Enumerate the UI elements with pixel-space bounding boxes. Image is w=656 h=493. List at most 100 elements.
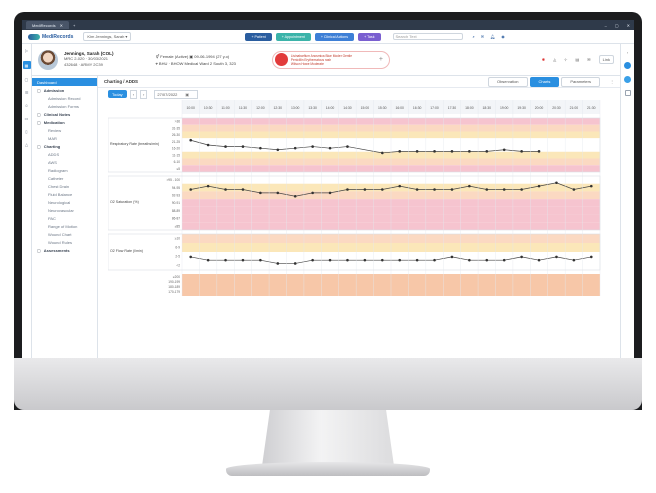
- search-input[interactable]: Search Text: [392, 33, 463, 40]
- help-icon[interactable]: [624, 62, 631, 69]
- add-appointment-button[interactable]: + Appointment: [275, 32, 311, 41]
- more-options-icon[interactable]: ⋮: [610, 79, 614, 84]
- sidebar-item-neurovascular[interactable]: Neurovascular: [32, 206, 97, 214]
- adds-chart: 10:00 10:30 11:00 11:30 12:00 12:30 13:00 13:30…: [108, 100, 614, 358]
- sidebar-item-pac[interactable]: PAC: [32, 214, 97, 222]
- folder-icon[interactable]: ▭: [25, 116, 29, 121]
- sidebar-item-radiogram[interactable]: Radiogram: [32, 166, 97, 174]
- sidebar-item-label: Assessments: [43, 247, 70, 253]
- close-icon[interactable]: ✕: [60, 23, 63, 28]
- sidebar-item-mar[interactable]: MAR: [32, 134, 97, 142]
- sidebar-item-dashboard[interactable]: Dashboard: [32, 78, 97, 86]
- report-icon[interactable]: △: [25, 142, 28, 147]
- data-point: [346, 188, 349, 191]
- minimize-button[interactable]: –: [605, 23, 607, 28]
- tab-parameters[interactable]: Parameters: [561, 76, 600, 87]
- band-tick-label: ≥200: [173, 275, 180, 279]
- sidebar-item-range-of-motion[interactable]: Range of Motion: [32, 222, 97, 230]
- sidebar-item-aws[interactable]: AWS: [32, 158, 97, 166]
- expand-icon[interactable]: ▷: [25, 48, 28, 53]
- sidebar-item-wound-rules[interactable]: Wound Rules: [32, 238, 97, 246]
- print-icon[interactable]: ▤: [576, 57, 580, 62]
- allergy-alert[interactable]: Lisinabarflum Anosmica Blue Moder Gentle…: [271, 50, 390, 69]
- time-tick-label: 12:00: [256, 106, 265, 110]
- sidebar-item-admission[interactable]: ▢ Admission: [32, 86, 97, 94]
- collapse-icon[interactable]: ‹: [627, 50, 628, 55]
- data-point: [328, 146, 332, 150]
- document-icon[interactable]: ▯: [25, 129, 27, 134]
- band-tick-label: 21-25: [172, 140, 180, 144]
- close-window-button[interactable]: ✕: [627, 23, 630, 28]
- email-icon[interactable]: ✉: [587, 57, 590, 62]
- dashboard-icon[interactable]: ▦: [22, 61, 31, 69]
- user-select[interactable]: Kim Jennings, Sarah ▾: [83, 32, 132, 41]
- band-tick-label: 31-35: [172, 126, 180, 130]
- add-alert-icon[interactable]: +: [379, 56, 383, 63]
- browser-tab[interactable]: MediRecords ✕: [26, 21, 69, 29]
- time-tick-label: 20:30: [552, 106, 561, 110]
- notes-icon[interactable]: [624, 90, 631, 96]
- prev-day-button[interactable]: ‹: [129, 89, 138, 99]
- app-body: ▷ ▦ ▢ ☰ ☺ ▭ ▯ △ Jennings, Sarah (COL) MR…: [22, 44, 634, 358]
- date-input[interactable]: 27/07/2022: [154, 89, 199, 99]
- band-tick-label: 94-95: [172, 186, 180, 190]
- sidebar-item-assessments[interactable]: ▢ Assessments: [32, 246, 97, 254]
- sidebar-item-label: Charting: [43, 143, 61, 149]
- next-day-button[interactable]: ›: [140, 89, 148, 99]
- search-icon[interactable]: ⌕: [473, 34, 475, 39]
- share-icon[interactable]: ⊹: [564, 57, 567, 62]
- link-button[interactable]: Link: [598, 55, 614, 64]
- sidebar-item-admission-record[interactable]: Admission Record: [32, 94, 97, 102]
- user-menu-icon[interactable]: ◉: [501, 34, 505, 39]
- sidebar-item-label: PAC: [48, 215, 56, 221]
- time-tick-label: 20:00: [535, 106, 544, 110]
- data-point: [468, 258, 471, 262]
- time-tick-label: 19:00: [500, 106, 509, 110]
- messages-icon[interactable]: ✉: [481, 34, 484, 39]
- people-icon[interactable]: ☺: [24, 103, 28, 108]
- list-icon[interactable]: ☰: [25, 90, 29, 95]
- sidebar-item-admission-forms[interactable]: Admission Forms: [32, 102, 97, 110]
- allergy-icon[interactable]: ✱: [542, 57, 545, 62]
- calendar-icon[interactable]: ▢: [25, 77, 29, 82]
- data-point: [398, 258, 402, 262]
- band-tick-label: ≤85: [175, 224, 181, 228]
- tab-charts[interactable]: Charts: [529, 76, 560, 87]
- today-button[interactable]: Today: [108, 90, 127, 98]
- data-point: [415, 150, 419, 153]
- patient-banner: Jennings, Sarah (COL) MRC 2-020 · 30/03/…: [32, 44, 620, 76]
- new-tab-icon[interactable]: +: [73, 23, 75, 28]
- add-task-button[interactable]: + Task: [358, 32, 381, 41]
- maximize-button[interactable]: ▢: [615, 23, 619, 28]
- tab-observation[interactable]: Observation: [487, 76, 528, 87]
- band-tick-label: 86-87: [172, 217, 180, 221]
- vitals-icon[interactable]: ◬: [553, 57, 556, 62]
- info-icon[interactable]: [624, 76, 631, 83]
- sidebar-item-wound-chart[interactable]: Wound Chart: [32, 230, 97, 238]
- sidebar-item-fluid-balance[interactable]: Fluid Balance: [32, 190, 97, 198]
- app-logo[interactable]: MediRecords: [28, 33, 73, 40]
- data-point: [189, 188, 193, 191]
- time-tick-label: 12:30: [274, 106, 283, 110]
- data-point: [224, 258, 227, 262]
- calendar-icon[interactable]: ▣: [185, 92, 189, 97]
- data-point: [485, 188, 489, 191]
- add-clinical-action-button[interactable]: + Clinical Actions: [314, 32, 355, 41]
- data-point: [555, 255, 558, 259]
- sidebar-item-chest-drain[interactable]: Chest Drain: [32, 182, 97, 190]
- sidebar-item-adds[interactable]: ADDS: [32, 150, 97, 158]
- data-point: [450, 150, 454, 153]
- app-screen: MediRecords ✕ + – ▢ ✕ MediRecords Kim Je…: [22, 20, 634, 358]
- sidebar-item-neurological[interactable]: Neurological: [32, 198, 97, 206]
- sidebar-item-review[interactable]: Review: [32, 126, 97, 134]
- content-area: Dashboard ▢ Admission Admission Record Admis…: [32, 76, 620, 358]
- add-patient-button[interactable]: + Patient: [245, 32, 272, 41]
- sidebar-item-label: Admission: [43, 87, 65, 93]
- data-point: [572, 258, 576, 262]
- sidebar-item-clinical-notes[interactable]: ▢ Clinical Notes: [32, 110, 97, 118]
- notifications-icon[interactable]: 🔔︎: [490, 34, 495, 39]
- section-icon: ▢: [37, 143, 41, 149]
- sidebar-item-charting[interactable]: ▢ Charting: [32, 142, 97, 150]
- sidebar-item-medication[interactable]: ▢ Medication: [32, 118, 97, 126]
- sidebar-item-catheter[interactable]: Catheter: [32, 174, 97, 182]
